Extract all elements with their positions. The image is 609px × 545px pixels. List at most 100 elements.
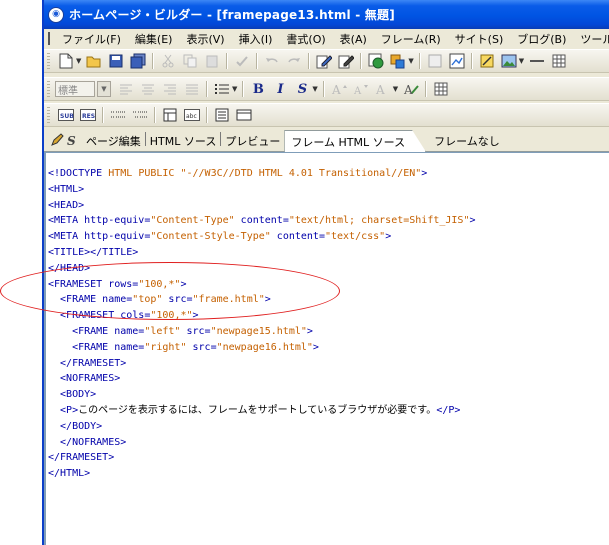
align-left-button[interactable] [117, 80, 135, 98]
toolbar-grip[interactable] [47, 53, 50, 69]
copy-button[interactable] [181, 52, 199, 70]
open-button[interactable] [85, 52, 103, 70]
insert-image-button[interactable] [500, 52, 518, 70]
new-page-icon [59, 53, 73, 69]
align-center-button[interactable] [139, 80, 157, 98]
edit-page-button[interactable] [315, 52, 333, 70]
code-line[interactable]: <BODY> [48, 387, 609, 403]
save-button[interactable] [107, 52, 125, 70]
code-line[interactable]: <HEAD> [48, 198, 609, 214]
insert-object-button[interactable] [389, 52, 407, 70]
menu-edit[interactable]: 編集(E) [128, 31, 180, 47]
list-button[interactable] [213, 80, 231, 98]
code-line[interactable]: </NOFRAMES> [48, 435, 609, 451]
highlight-button[interactable]: A [402, 80, 420, 98]
code-line[interactable]: </BODY> [48, 419, 609, 435]
svg-text:A: A [403, 83, 413, 96]
preview-button[interactable] [448, 52, 466, 70]
font-size-decrease-button[interactable]: A [352, 80, 370, 98]
chevron-down-icon[interactable]: ▼ [519, 57, 524, 65]
toolbar-separator [256, 53, 259, 69]
menu-view[interactable]: 表示(V) [179, 31, 231, 47]
dotted-list-button[interactable] [109, 106, 127, 124]
code-line[interactable]: <TITLE></TITLE> [48, 245, 609, 261]
chevron-down-icon[interactable]: ▼ [408, 57, 413, 65]
svg-text:A: A [331, 83, 341, 96]
tab-no-frames[interactable]: フレームなし [426, 131, 504, 151]
window-button[interactable] [235, 106, 253, 124]
chevron-down-icon[interactable]: ▼ [393, 85, 398, 93]
page-properties-button[interactable] [426, 52, 444, 70]
redo-button[interactable] [285, 52, 303, 70]
svg-text:A: A [375, 83, 385, 96]
chevron-down-icon[interactable]: ▼ [312, 85, 317, 93]
menu-file[interactable]: ファイル(F) [55, 31, 128, 47]
code-line[interactable]: <META http-equiv="Content-Style-Type" co… [48, 229, 609, 245]
menu-table[interactable]: 表(A) [333, 31, 374, 47]
code-line[interactable]: </FRAMESET> [48, 356, 609, 372]
new-page-button[interactable] [57, 52, 75, 70]
chevron-down-icon[interactable]: ▼ [76, 57, 81, 65]
toolbar-grip[interactable] [47, 107, 50, 123]
cut-button[interactable] [159, 52, 177, 70]
edit-style-button[interactable] [337, 52, 355, 70]
code-line[interactable]: <FRAME name="right" src="newpage16.html"… [48, 340, 609, 356]
reserved-button[interactable]: RES [79, 106, 97, 124]
undo-button[interactable] [263, 52, 281, 70]
publish-button[interactable] [367, 52, 385, 70]
code-line[interactable]: </FRAMESET> [48, 450, 609, 466]
indent-list-button[interactable] [131, 106, 149, 124]
font-color-button[interactable]: A [374, 80, 392, 98]
paste-button[interactable] [203, 52, 221, 70]
toolbar-grip[interactable] [47, 81, 50, 97]
code-line[interactable]: <P>このページを表示するには、フレームをサポートしているブラウザが必要です。<… [48, 403, 609, 419]
tab-html-source[interactable]: HTML ソース [146, 131, 221, 151]
paste-icon [206, 55, 218, 68]
save-all-button[interactable] [129, 52, 147, 70]
code-line[interactable]: <!DOCTYPE HTML PUBLIC "-//W3C//DTD HTML … [48, 166, 609, 182]
horizontal-rule-button[interactable] [528, 52, 546, 70]
pencil-icon[interactable] [50, 133, 64, 147]
menu-format[interactable]: 書式(O) [279, 31, 332, 47]
code-line[interactable]: </HEAD> [48, 261, 609, 277]
source-editor[interactable]: <!DOCTYPE HTML PUBLIC "-//W3C//DTD HTML … [44, 152, 609, 545]
code-line[interactable]: </HTML> [48, 466, 609, 482]
menu-blog[interactable]: ブログ(B) [510, 31, 573, 47]
chevron-down-icon[interactable]: ▼ [232, 85, 237, 93]
align-justify-button[interactable] [183, 80, 201, 98]
menu-site[interactable]: サイト(S) [448, 31, 511, 47]
tab-preview[interactable]: プレビュー [221, 131, 284, 151]
paragraph-style-select[interactable]: 標準 [55, 81, 95, 97]
code-line[interactable]: <NOFRAMES> [48, 371, 609, 387]
table-toolbar-button[interactable] [432, 80, 450, 98]
menu-insert[interactable]: 挿入(I) [232, 31, 280, 47]
menu-tools[interactable]: ツール(T) [573, 31, 609, 47]
wizard-button[interactable] [478, 52, 496, 70]
text-box-button[interactable]: abc [183, 106, 201, 124]
italic-button[interactable]: I [271, 80, 289, 98]
check-button[interactable] [233, 52, 251, 70]
code-area[interactable]: <!DOCTYPE HTML PUBLIC "-//W3C//DTD HTML … [48, 166, 609, 482]
chevron-down-icon[interactable]: ▼ [97, 81, 111, 97]
code-line[interactable]: <FRAMESET rows="100,*"> [48, 277, 609, 293]
menu-frame[interactable]: フレーム(R) [374, 31, 448, 47]
code-line[interactable]: <HTML> [48, 182, 609, 198]
document-icon[interactable] [48, 32, 50, 45]
code-line[interactable]: <FRAMESET cols="100,*"> [48, 308, 609, 324]
script-icon[interactable]: S [66, 133, 78, 147]
tab-frame-html-source[interactable]: フレーム HTML ソース [284, 130, 426, 152]
frame-layout-button[interactable] [161, 106, 179, 124]
align-right-button[interactable] [161, 80, 179, 98]
code-line[interactable]: <FRAME name="top" src="frame.html"> [48, 292, 609, 308]
font-size-increase-button[interactable]: A [330, 80, 348, 98]
subscript-button[interactable]: SUB [57, 106, 75, 124]
insert-table-button[interactable] [550, 52, 568, 70]
title-bar[interactable]: ◉ ホームページ・ビルダー - [framepage13.html - 無題] [44, 0, 609, 29]
toolbar-separator [206, 81, 208, 97]
code-line[interactable]: <FRAME name="left" src="newpage15.html"> [48, 324, 609, 340]
tab-page-edit[interactable]: ページ編集 [82, 131, 145, 151]
form-button[interactable] [213, 106, 231, 124]
code-line[interactable]: <META http-equiv="Content-Type" content=… [48, 213, 609, 229]
strikethrough-button[interactable]: S [293, 80, 311, 98]
bold-button[interactable]: B [249, 80, 267, 98]
